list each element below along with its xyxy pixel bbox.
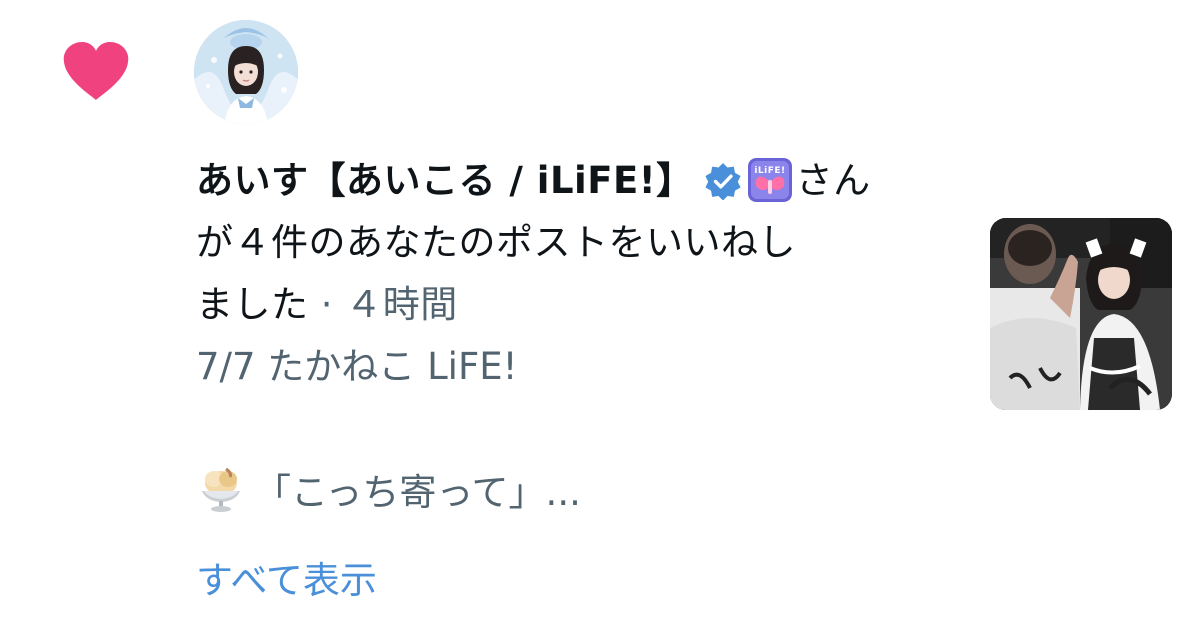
separator-dot: · — [308, 283, 346, 326]
post-thumbnail[interactable] — [990, 218, 1172, 410]
actor-name[interactable]: あいす【あいこる / iLiFE!】 — [196, 159, 694, 202]
ilife-badge-icon[interactable]: iLiFE! — [747, 158, 792, 202]
avatar[interactable] — [194, 20, 298, 124]
svg-text:iLiFE!: iLiFE! — [754, 166, 785, 176]
post-preview-title: 7/7 たかねこ LiFE! — [196, 345, 518, 388]
like-notification[interactable]: あいす【あいこる / iLiFE!】 iLiFE! さん が４件のあなたのポスト… — [0, 0, 1200, 639]
post-snippet: 「こっち寄って」... — [196, 462, 581, 524]
action-text-1: さん — [795, 159, 871, 202]
post-thumbnail-image — [990, 218, 1172, 410]
notification-text: あいす【あいこる / iLiFE!】 iLiFE! さん が４件のあなたのポスト… — [196, 150, 956, 336]
heart-icon — [63, 42, 129, 100]
action-text-3: ました — [196, 283, 309, 326]
timestamp[interactable]: ４時間 — [345, 283, 458, 326]
action-text-2: が４件のあなたのポストをいいねし — [196, 221, 796, 264]
ice-cream-icon — [202, 467, 240, 512]
show-all-link[interactable]: すべて表示 — [196, 550, 377, 612]
post-snippet-text: 「こっち寄って」... — [254, 471, 581, 514]
verified-badge-icon — [705, 163, 741, 200]
avatar-image — [194, 20, 298, 124]
